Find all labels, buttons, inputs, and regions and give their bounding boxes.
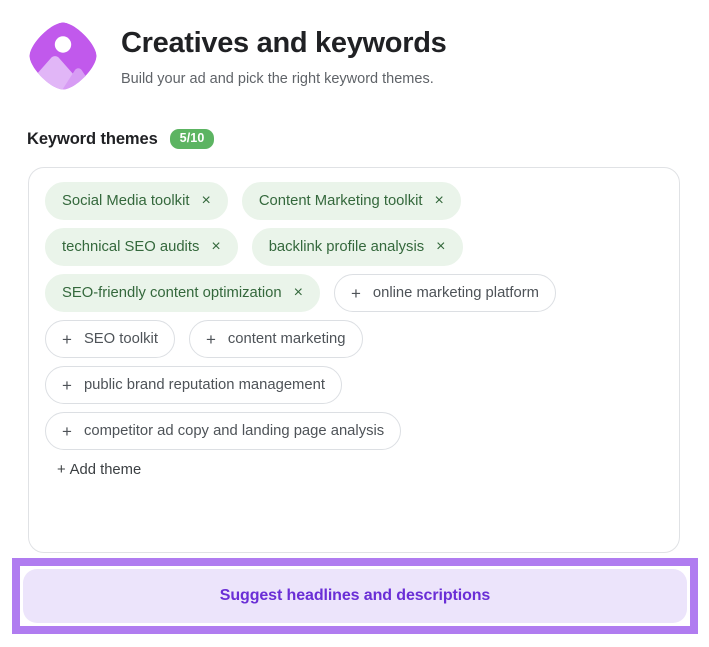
keyword-chip[interactable]: + competitor ad copy and landing page ana… bbox=[45, 412, 402, 450]
remove-keyword-icon[interactable]: × bbox=[211, 239, 220, 255]
add-theme-label: Add theme bbox=[69, 462, 142, 478]
keyword-chip[interactable]: + online marketing platform bbox=[333, 274, 557, 312]
keyword-chip-label: backlink profile analysis bbox=[268, 238, 425, 255]
keyword-chip-label: SEO toolkit bbox=[83, 330, 158, 347]
remove-keyword-icon[interactable]: × bbox=[201, 193, 210, 209]
cta-highlight-box: Suggest headlines and descriptions bbox=[12, 558, 698, 634]
add-keyword-icon: + bbox=[62, 375, 72, 395]
keyword-chip[interactable]: SEO-friendly content optimization × bbox=[45, 274, 320, 312]
keyword-chip[interactable]: + content marketing bbox=[188, 320, 363, 358]
keyword-chip[interactable]: Content Marketing toolkit × bbox=[241, 182, 461, 220]
remove-keyword-icon[interactable]: × bbox=[436, 239, 445, 255]
status-badge: 5/10 bbox=[169, 129, 215, 149]
remove-keyword-icon[interactable]: × bbox=[294, 285, 303, 301]
page-header: Creatives and keywords Build your ad and… bbox=[0, 0, 709, 96]
add-keyword-icon: + bbox=[62, 329, 72, 349]
keyword-chip-label: Social Media toolkit bbox=[62, 192, 190, 209]
section-title: Keyword themes bbox=[27, 129, 158, 148]
keyword-chip[interactable]: + SEO toolkit bbox=[45, 320, 175, 358]
page-subtitle: Build your ad and pick the right keyword… bbox=[121, 71, 434, 87]
keyword-chip-label: SEO-friendly content optimization bbox=[62, 284, 282, 301]
keyword-chip-label: technical SEO audits bbox=[62, 238, 200, 255]
keyword-chip[interactable]: + public brand reputation management bbox=[45, 366, 342, 404]
keyword-chip[interactable]: backlink profile analysis × bbox=[251, 228, 463, 266]
add-keyword-icon: + bbox=[205, 329, 216, 349]
add-keyword-icon: + bbox=[350, 283, 361, 303]
keyword-chip-label: online marketing platform bbox=[372, 284, 540, 301]
plus-icon: + bbox=[57, 462, 66, 478]
header-text-block: Creatives and keywords Build your ad and… bbox=[121, 18, 447, 88]
keyword-chip-list: Social Media toolkit × Content Marketing t… bbox=[45, 182, 663, 450]
keyword-chip-label: competitor ad copy and landing page anal… bbox=[83, 422, 385, 439]
keyword-chip[interactable]: technical SEO audits × bbox=[45, 228, 238, 266]
keyword-chip-label: Content Marketing toolkit bbox=[258, 192, 423, 209]
keyword-chip-label: public brand reputation management bbox=[83, 376, 325, 393]
page-title: Creatives and keywords bbox=[121, 27, 447, 59]
add-theme-button[interactable]: + Add theme bbox=[57, 462, 141, 478]
add-keyword-icon: + bbox=[62, 421, 72, 441]
keyword-themes-card: Social Media toolkit × Content Marketing t… bbox=[28, 167, 680, 553]
suggest-headlines-and-descriptions-button[interactable]: Suggest headlines and descriptions bbox=[23, 569, 687, 623]
keyword-chip-label: content marketing bbox=[227, 330, 346, 347]
keyword-themes-heading: Keyword themes 5/10 bbox=[0, 126, 709, 152]
image-placeholder-icon bbox=[27, 20, 99, 92]
remove-keyword-icon[interactable]: × bbox=[435, 193, 444, 209]
keyword-chip[interactable]: Social Media toolkit × bbox=[45, 182, 228, 220]
